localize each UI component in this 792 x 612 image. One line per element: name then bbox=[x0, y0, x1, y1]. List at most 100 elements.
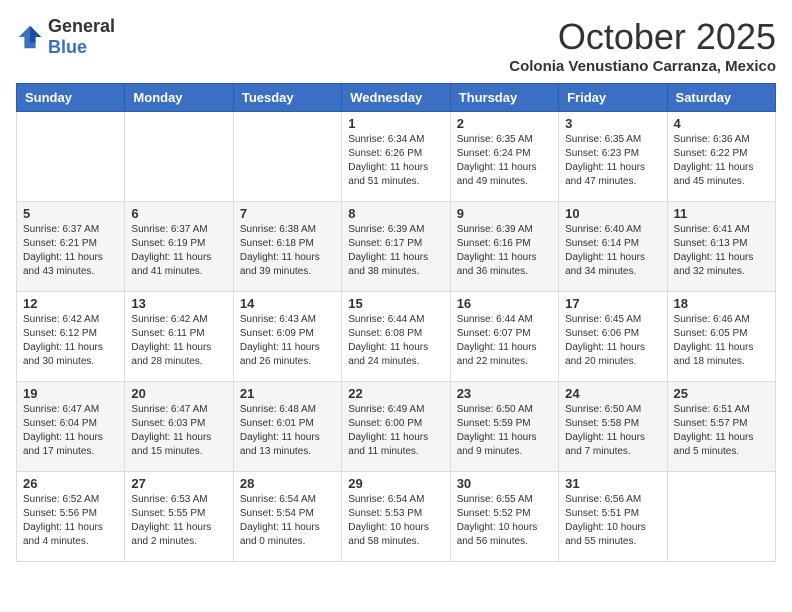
day-info: Sunrise: 6:54 AMSunset: 5:53 PMDaylight:… bbox=[348, 494, 429, 547]
day-info: Sunrise: 6:34 AMSunset: 6:26 PMDaylight:… bbox=[348, 134, 428, 187]
day-number: 29 bbox=[348, 476, 443, 491]
calendar-cell: 23 Sunrise: 6:50 AMSunset: 5:59 PMDaylig… bbox=[450, 382, 558, 472]
day-info: Sunrise: 6:42 AMSunset: 6:12 PMDaylight:… bbox=[23, 314, 103, 367]
location-title: Colonia Venustiano Carranza, Mexico bbox=[509, 58, 776, 75]
weekday-header-row: Sunday Monday Tuesday Wednesday Thursday… bbox=[17, 84, 776, 112]
day-info: Sunrise: 6:39 AMSunset: 6:16 PMDaylight:… bbox=[457, 224, 537, 277]
calendar-cell: 22 Sunrise: 6:49 AMSunset: 6:00 PMDaylig… bbox=[342, 382, 450, 472]
day-info: Sunrise: 6:55 AMSunset: 5:52 PMDaylight:… bbox=[457, 494, 538, 547]
calendar-cell bbox=[667, 472, 775, 562]
day-number: 24 bbox=[565, 386, 660, 401]
day-info: Sunrise: 6:37 AMSunset: 6:21 PMDaylight:… bbox=[23, 224, 103, 277]
calendar-cell: 24 Sunrise: 6:50 AMSunset: 5:58 PMDaylig… bbox=[559, 382, 667, 472]
calendar-table: Sunday Monday Tuesday Wednesday Thursday… bbox=[16, 83, 776, 562]
day-number: 31 bbox=[565, 476, 660, 491]
day-number: 13 bbox=[131, 296, 226, 311]
day-number: 21 bbox=[240, 386, 335, 401]
calendar-cell: 2 Sunrise: 6:35 AMSunset: 6:24 PMDayligh… bbox=[450, 112, 558, 202]
day-number: 5 bbox=[23, 206, 118, 221]
calendar-cell: 28 Sunrise: 6:54 AMSunset: 5:54 PMDaylig… bbox=[233, 472, 341, 562]
day-number: 15 bbox=[348, 296, 443, 311]
day-number: 11 bbox=[674, 206, 769, 221]
day-number: 23 bbox=[457, 386, 552, 401]
day-number: 4 bbox=[674, 116, 769, 131]
header-monday: Monday bbox=[125, 84, 233, 112]
day-info: Sunrise: 6:35 AMSunset: 6:23 PMDaylight:… bbox=[565, 134, 645, 187]
day-info: Sunrise: 6:43 AMSunset: 6:09 PMDaylight:… bbox=[240, 314, 320, 367]
day-number: 6 bbox=[131, 206, 226, 221]
day-info: Sunrise: 6:39 AMSunset: 6:17 PMDaylight:… bbox=[348, 224, 428, 277]
calendar-cell: 10 Sunrise: 6:40 AMSunset: 6:14 PMDaylig… bbox=[559, 202, 667, 292]
calendar-cell: 5 Sunrise: 6:37 AMSunset: 6:21 PMDayligh… bbox=[17, 202, 125, 292]
day-info: Sunrise: 6:50 AMSunset: 5:59 PMDaylight:… bbox=[457, 404, 537, 457]
header-friday: Friday bbox=[559, 84, 667, 112]
calendar-cell: 1 Sunrise: 6:34 AMSunset: 6:26 PMDayligh… bbox=[342, 112, 450, 202]
day-number: 26 bbox=[23, 476, 118, 491]
logo-icon bbox=[16, 23, 44, 51]
calendar-week-3: 12 Sunrise: 6:42 AMSunset: 6:12 PMDaylig… bbox=[17, 292, 776, 382]
calendar-cell: 7 Sunrise: 6:38 AMSunset: 6:18 PMDayligh… bbox=[233, 202, 341, 292]
day-info: Sunrise: 6:54 AMSunset: 5:54 PMDaylight:… bbox=[240, 494, 320, 547]
calendar-cell: 11 Sunrise: 6:41 AMSunset: 6:13 PMDaylig… bbox=[667, 202, 775, 292]
calendar-cell: 15 Sunrise: 6:44 AMSunset: 6:08 PMDaylig… bbox=[342, 292, 450, 382]
day-number: 14 bbox=[240, 296, 335, 311]
logo-text-general: General bbox=[48, 16, 115, 36]
day-info: Sunrise: 6:44 AMSunset: 6:08 PMDaylight:… bbox=[348, 314, 428, 367]
calendar-cell: 13 Sunrise: 6:42 AMSunset: 6:11 PMDaylig… bbox=[125, 292, 233, 382]
header-wednesday: Wednesday bbox=[342, 84, 450, 112]
day-info: Sunrise: 6:35 AMSunset: 6:24 PMDaylight:… bbox=[457, 134, 537, 187]
day-number: 27 bbox=[131, 476, 226, 491]
day-info: Sunrise: 6:36 AMSunset: 6:22 PMDaylight:… bbox=[674, 134, 754, 187]
day-number: 12 bbox=[23, 296, 118, 311]
page-header: General Blue October 2025 Colonia Venust… bbox=[16, 16, 776, 75]
day-number: 20 bbox=[131, 386, 226, 401]
day-info: Sunrise: 6:51 AMSunset: 5:57 PMDaylight:… bbox=[674, 404, 754, 457]
calendar-cell: 14 Sunrise: 6:43 AMSunset: 6:09 PMDaylig… bbox=[233, 292, 341, 382]
day-number: 30 bbox=[457, 476, 552, 491]
title-section: October 2025 Colonia Venustiano Carranza… bbox=[509, 16, 776, 75]
day-number: 2 bbox=[457, 116, 552, 131]
day-number: 10 bbox=[565, 206, 660, 221]
calendar-cell: 31 Sunrise: 6:56 AMSunset: 5:51 PMDaylig… bbox=[559, 472, 667, 562]
day-info: Sunrise: 6:56 AMSunset: 5:51 PMDaylight:… bbox=[565, 494, 646, 547]
day-info: Sunrise: 6:52 AMSunset: 5:56 PMDaylight:… bbox=[23, 494, 103, 547]
day-number: 22 bbox=[348, 386, 443, 401]
day-info: Sunrise: 6:49 AMSunset: 6:00 PMDaylight:… bbox=[348, 404, 428, 457]
calendar-week-2: 5 Sunrise: 6:37 AMSunset: 6:21 PMDayligh… bbox=[17, 202, 776, 292]
calendar-cell: 26 Sunrise: 6:52 AMSunset: 5:56 PMDaylig… bbox=[17, 472, 125, 562]
day-number: 25 bbox=[674, 386, 769, 401]
calendar-week-1: 1 Sunrise: 6:34 AMSunset: 6:26 PMDayligh… bbox=[17, 112, 776, 202]
day-info: Sunrise: 6:53 AMSunset: 5:55 PMDaylight:… bbox=[131, 494, 211, 547]
calendar-cell: 9 Sunrise: 6:39 AMSunset: 6:16 PMDayligh… bbox=[450, 202, 558, 292]
day-info: Sunrise: 6:48 AMSunset: 6:01 PMDaylight:… bbox=[240, 404, 320, 457]
calendar-week-5: 26 Sunrise: 6:52 AMSunset: 5:56 PMDaylig… bbox=[17, 472, 776, 562]
calendar-cell: 18 Sunrise: 6:46 AMSunset: 6:05 PMDaylig… bbox=[667, 292, 775, 382]
day-info: Sunrise: 6:42 AMSunset: 6:11 PMDaylight:… bbox=[131, 314, 211, 367]
day-info: Sunrise: 6:40 AMSunset: 6:14 PMDaylight:… bbox=[565, 224, 645, 277]
day-info: Sunrise: 6:47 AMSunset: 6:03 PMDaylight:… bbox=[131, 404, 211, 457]
calendar-cell: 6 Sunrise: 6:37 AMSunset: 6:19 PMDayligh… bbox=[125, 202, 233, 292]
calendar-week-4: 19 Sunrise: 6:47 AMSunset: 6:04 PMDaylig… bbox=[17, 382, 776, 472]
day-number: 28 bbox=[240, 476, 335, 491]
calendar-cell: 20 Sunrise: 6:47 AMSunset: 6:03 PMDaylig… bbox=[125, 382, 233, 472]
day-info: Sunrise: 6:47 AMSunset: 6:04 PMDaylight:… bbox=[23, 404, 103, 457]
calendar-cell: 30 Sunrise: 6:55 AMSunset: 5:52 PMDaylig… bbox=[450, 472, 558, 562]
day-info: Sunrise: 6:44 AMSunset: 6:07 PMDaylight:… bbox=[457, 314, 537, 367]
day-number: 18 bbox=[674, 296, 769, 311]
calendar-cell: 27 Sunrise: 6:53 AMSunset: 5:55 PMDaylig… bbox=[125, 472, 233, 562]
day-info: Sunrise: 6:45 AMSunset: 6:06 PMDaylight:… bbox=[565, 314, 645, 367]
day-info: Sunrise: 6:50 AMSunset: 5:58 PMDaylight:… bbox=[565, 404, 645, 457]
day-number: 7 bbox=[240, 206, 335, 221]
calendar-cell: 17 Sunrise: 6:45 AMSunset: 6:06 PMDaylig… bbox=[559, 292, 667, 382]
calendar-cell: 21 Sunrise: 6:48 AMSunset: 6:01 PMDaylig… bbox=[233, 382, 341, 472]
day-info: Sunrise: 6:46 AMSunset: 6:05 PMDaylight:… bbox=[674, 314, 754, 367]
calendar-cell: 4 Sunrise: 6:36 AMSunset: 6:22 PMDayligh… bbox=[667, 112, 775, 202]
calendar-cell: 16 Sunrise: 6:44 AMSunset: 6:07 PMDaylig… bbox=[450, 292, 558, 382]
calendar-cell: 29 Sunrise: 6:54 AMSunset: 5:53 PMDaylig… bbox=[342, 472, 450, 562]
calendar-cell: 12 Sunrise: 6:42 AMSunset: 6:12 PMDaylig… bbox=[17, 292, 125, 382]
calendar-cell bbox=[17, 112, 125, 202]
day-number: 8 bbox=[348, 206, 443, 221]
day-number: 19 bbox=[23, 386, 118, 401]
month-title: October 2025 bbox=[509, 16, 776, 58]
header-sunday: Sunday bbox=[17, 84, 125, 112]
